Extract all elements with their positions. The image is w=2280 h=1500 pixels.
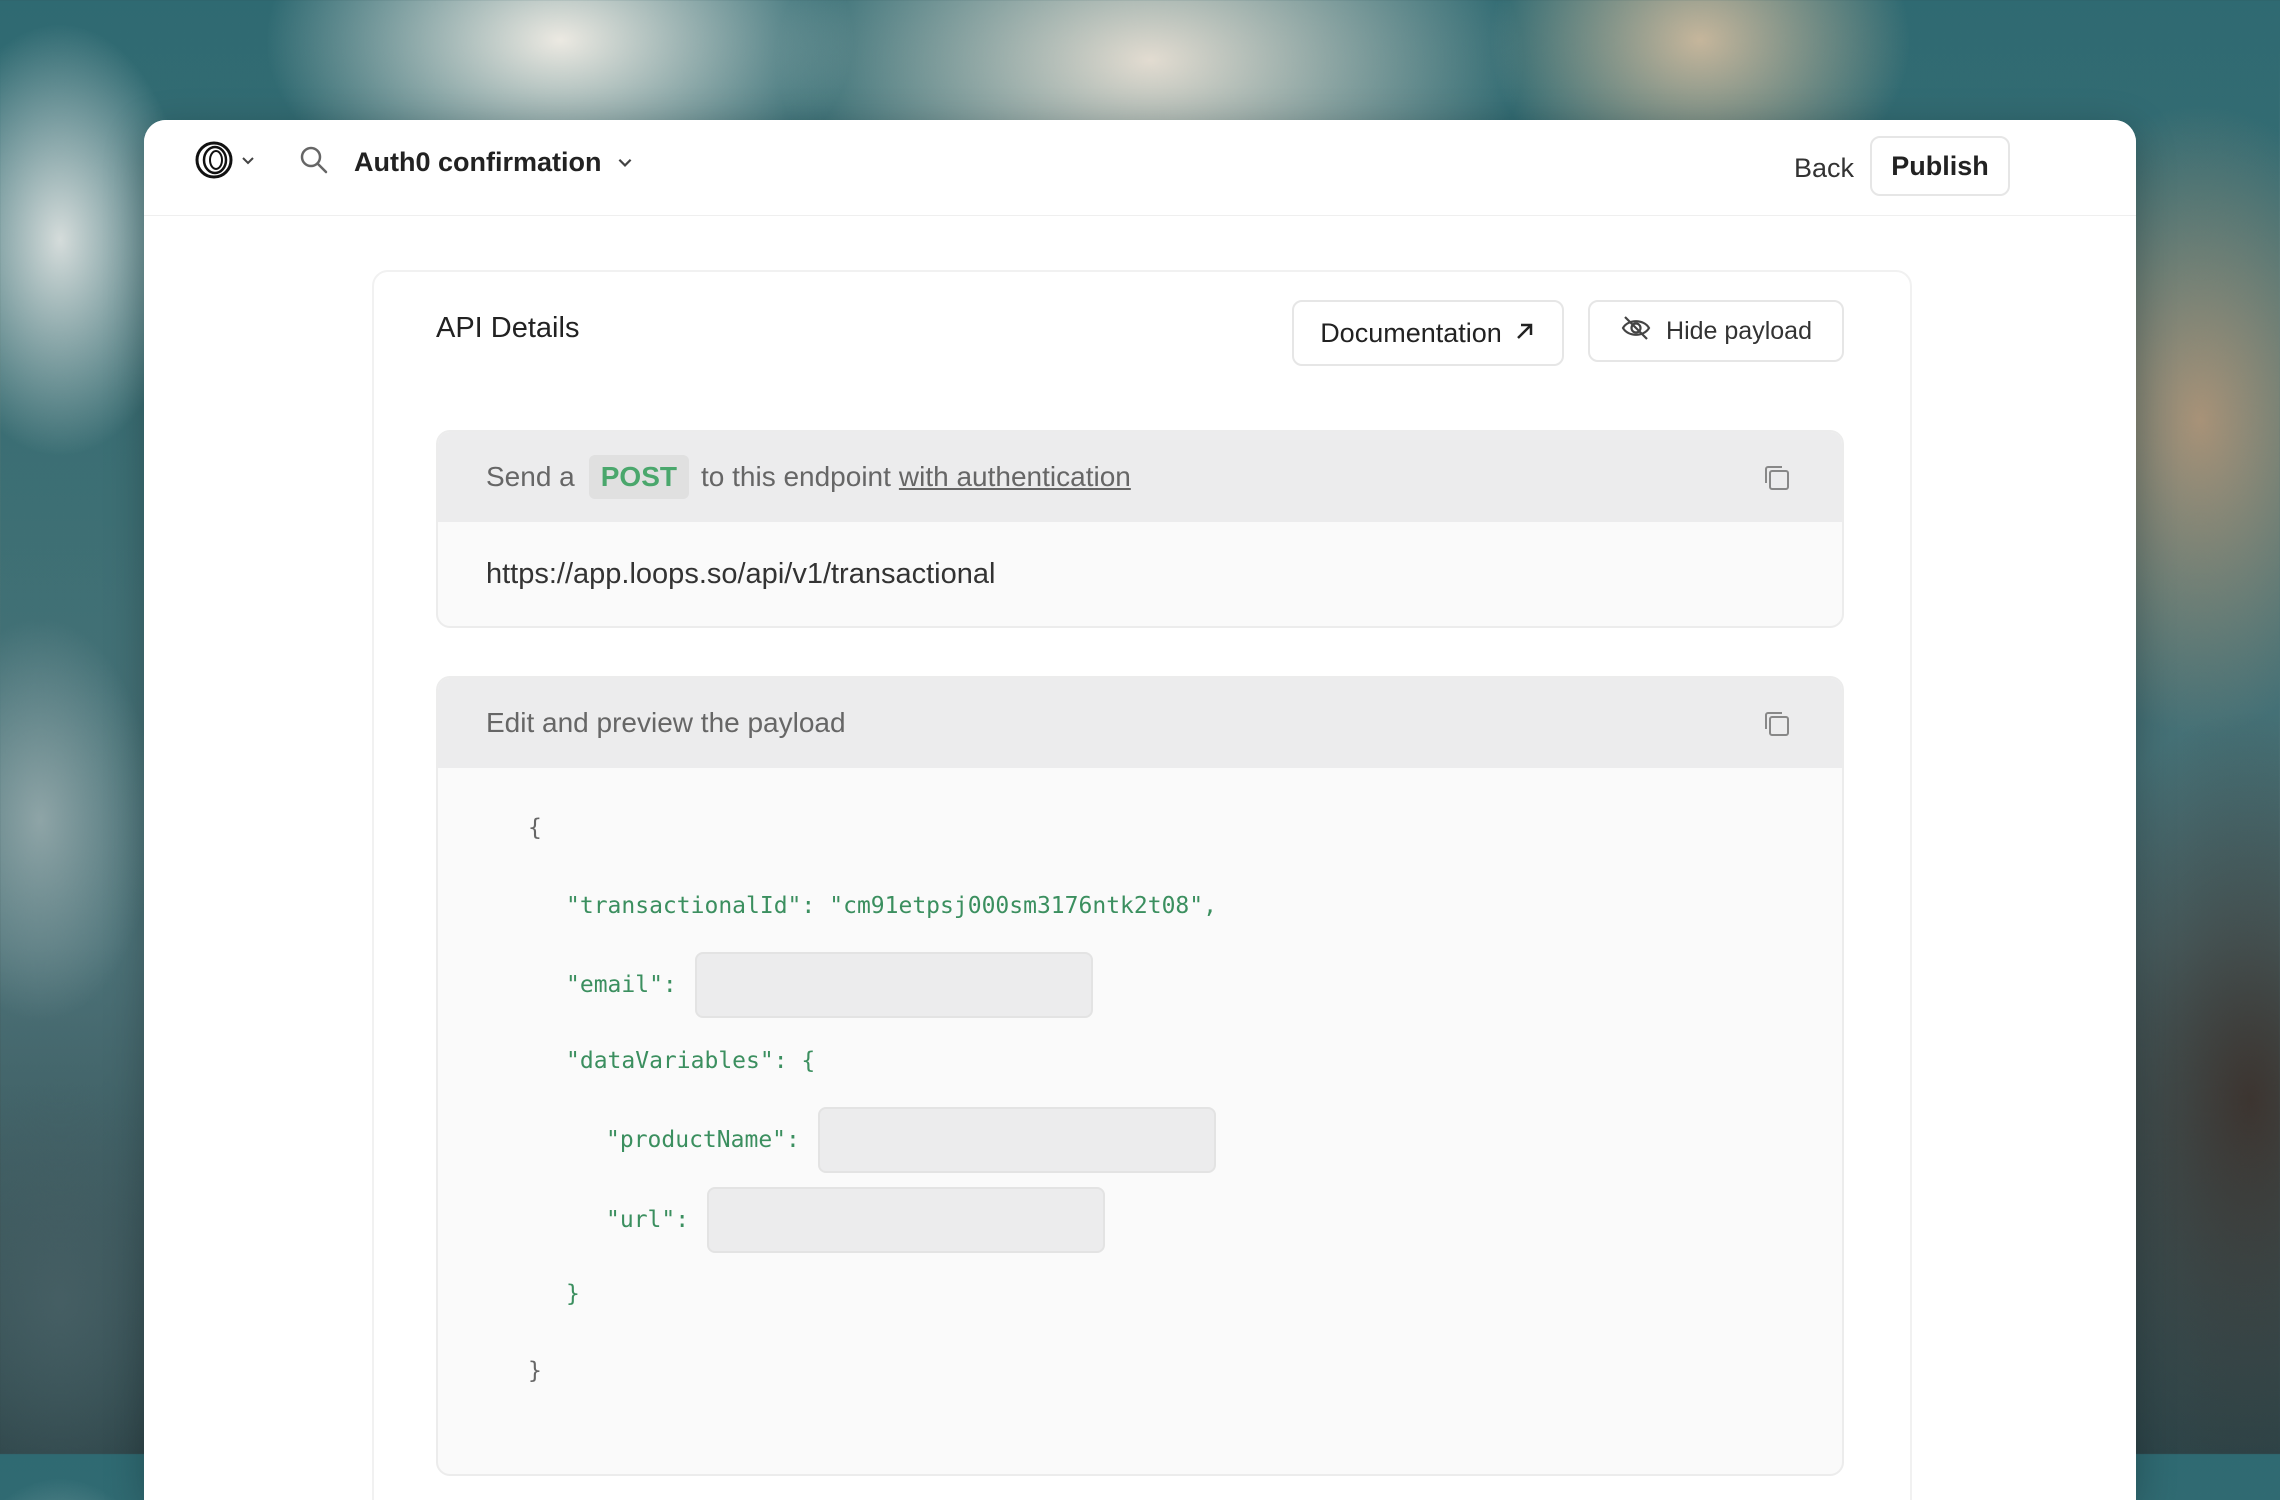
back-button[interactable]: Back [1764,138,1884,198]
page-title: Auth0 confirmation [354,146,602,177]
top-bar: Auth0 confirmation Back Publish [144,120,2136,216]
search-icon [299,145,329,180]
email-title-selector[interactable]: Auth0 confirmation [354,140,634,184]
endpoint-prefix: Send a [486,461,575,492]
loops-logo-icon [194,140,234,185]
data-variables-close: } [566,1281,580,1307]
json-open-brace: { [528,815,542,841]
hide-payload-button[interactable]: Hide payload [1588,300,1844,362]
product-name-key: "productName": [606,1127,800,1153]
endpoint-panel: Send a POST to this endpoint with authen… [436,430,1844,628]
arrow-up-right-icon [1514,318,1536,349]
search-button[interactable] [294,142,334,182]
eye-off-icon [1620,314,1652,349]
url-field[interactable] [707,1187,1106,1253]
copy-icon [1760,712,1794,747]
url-line: "url": [606,1187,1106,1253]
email-line: "email": [566,952,1093,1018]
transactional-id-line: "transactionalId": "cm91etpsj000sm3176nt… [566,893,1217,919]
product-name-field[interactable] [817,1107,1216,1173]
method-badge: POST [588,455,689,499]
copy-payload-button[interactable] [1760,707,1794,741]
transactional-id-value: "cm91etpsj000sm3176ntk2t08", [829,893,1217,919]
copy-endpoint-button[interactable] [1760,461,1794,495]
json-close-brace: } [528,1358,542,1384]
email-field[interactable] [694,952,1093,1018]
payload-panel: Edit and preview the payload [436,676,1844,1476]
data-variables-line: "dataVariables": { [566,1048,816,1074]
payload-header-label: Edit and preview the payload [486,707,846,738]
email-key: "email": [566,972,677,998]
payload-header: Edit and preview the payload [438,678,1842,768]
url-key: "url": [606,1207,690,1233]
endpoint-middle: to this endpoint [700,461,891,492]
chevron-down-icon [616,147,634,178]
documentation-button[interactable]: Documentation [1292,300,1564,366]
copy-icon [1760,466,1794,501]
section-title: API Details [436,312,580,344]
chevron-down-icon [240,152,256,173]
transactional-id-key: "transactionalId": [566,893,816,919]
publish-button[interactable]: Publish [1870,136,2010,196]
endpoint-url: https://app.loops.so/api/v1/transactiona… [486,557,996,590]
authentication-link[interactable]: with authentication [899,461,1131,493]
hide-payload-label: Hide payload [1666,316,1812,345]
product-name-line: "productName": [606,1107,1216,1173]
documentation-label: Documentation [1320,317,1502,348]
endpoint-header: Send a POST to this endpoint with authen… [438,432,1842,522]
workspace-switcher[interactable] [194,140,260,185]
